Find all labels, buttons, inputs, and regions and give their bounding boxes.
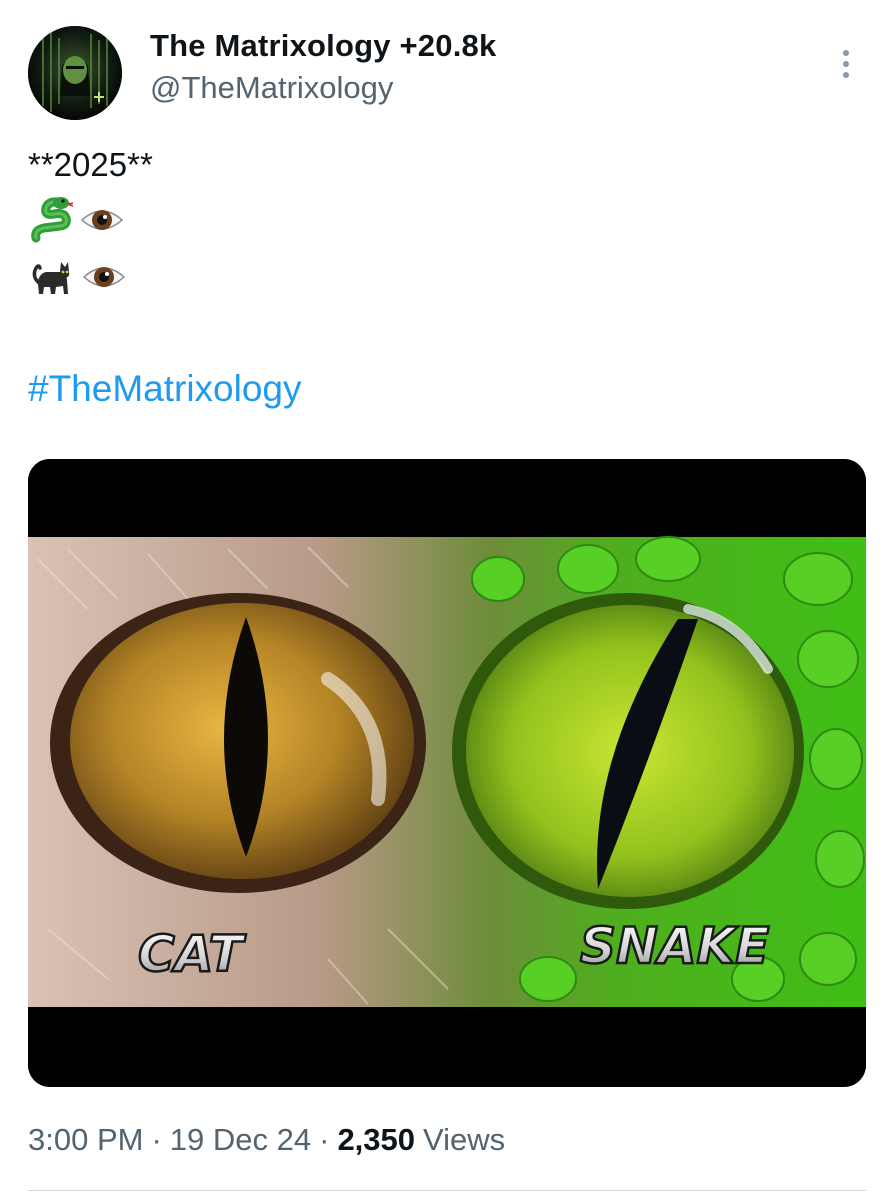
more-dot [843,72,849,78]
black-cat-emoji [32,262,70,294]
eye-emoji [82,267,126,287]
divider [28,1190,866,1191]
more-dot [843,50,849,56]
tweet-emoji-row-1 [30,196,124,244]
author-handle[interactable]: @TheMatrixology [150,70,393,106]
views-label[interactable]: Views [423,1122,505,1158]
author-avatar[interactable] [28,26,122,120]
eye-emoji [80,210,124,230]
hashtag-link[interactable]: #TheMatrixology [28,368,302,410]
meta-separator: · [151,1122,162,1157]
tweet-meta-row: 3:00 PM · 19 Dec 24 · 2,350 Views [28,1122,505,1158]
tweet-date[interactable]: 19 Dec 24 [170,1122,311,1158]
more-options-icon[interactable] [832,44,860,84]
tweet-emoji-row-2 [30,254,126,300]
author-name-row[interactable]: The Matrixology +20.8k [150,28,496,64]
snake-emoji [31,197,74,243]
cat-snake-eye-image: CAT SNAKE [28,459,866,1087]
tweet-media-image[interactable]: CAT SNAKE [28,459,866,1087]
views-count[interactable]: 2,350 [337,1122,415,1158]
meta-separator: · [319,1122,330,1157]
right-caption: SNAKE [580,917,769,975]
author-display-name[interactable]: The Matrixology +20.8k [150,28,496,64]
more-dot [843,61,849,67]
left-caption: CAT [138,925,247,983]
tweet-text-line-1: **2025** [28,146,153,183]
avatar-image [28,26,122,120]
tweet-time[interactable]: 3:00 PM [28,1122,143,1158]
